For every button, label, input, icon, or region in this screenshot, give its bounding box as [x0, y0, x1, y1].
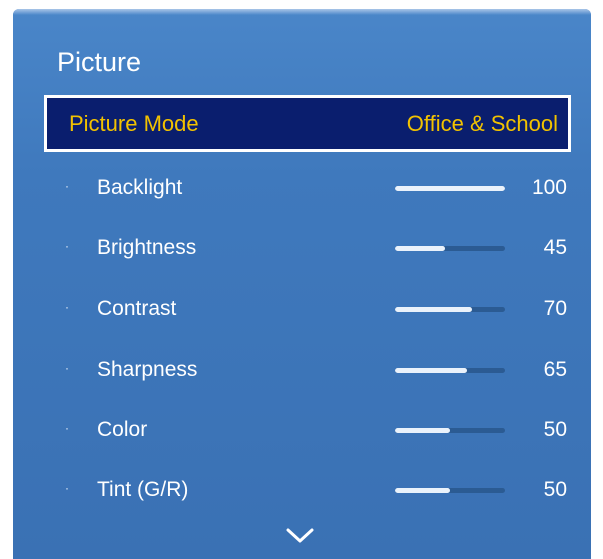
picture-mode-label: Picture Mode	[69, 110, 199, 136]
setting-row-backlight[interactable]: · Backlight 100	[44, 167, 571, 211]
bullet-icon: ·	[65, 239, 69, 253]
slider-fill	[395, 246, 445, 251]
bullet-icon: ·	[65, 481, 69, 495]
setting-row-contrast[interactable]: · Contrast 70	[44, 288, 571, 332]
setting-slider[interactable]	[395, 186, 505, 191]
chevron-down-icon	[286, 528, 314, 543]
picture-menu-panel: Picture Picture Mode Office & School · B…	[13, 9, 591, 559]
slider-fill	[395, 186, 505, 191]
setting-slider[interactable]	[395, 428, 505, 433]
setting-slider[interactable]	[395, 307, 505, 312]
setting-row-tint[interactable]: · Tint (G/R) 50	[44, 469, 571, 513]
setting-row-color[interactable]: · Color 50	[44, 409, 571, 453]
setting-value: 100	[531, 176, 567, 199]
setting-label: Backlight	[97, 176, 183, 199]
setting-slider[interactable]	[395, 488, 505, 493]
picture-mode-value: Office & School	[406, 110, 558, 136]
slider-fill	[395, 428, 450, 433]
setting-slider[interactable]	[395, 368, 505, 373]
menu-title: Picture	[57, 47, 142, 77]
setting-row-sharpness[interactable]: · Sharpness 65	[44, 349, 571, 393]
setting-value: 65	[543, 358, 567, 381]
setting-row-brightness[interactable]: · Brightness 45	[44, 227, 571, 271]
setting-label: Contrast	[97, 297, 177, 320]
setting-value: 50	[543, 418, 567, 441]
scroll-down-button[interactable]	[285, 525, 315, 545]
slider-fill	[395, 307, 472, 312]
bullet-icon: ·	[65, 421, 69, 435]
setting-label: Tint (G/R)	[97, 478, 189, 501]
slider-fill	[395, 488, 450, 493]
setting-value: 70	[543, 297, 567, 320]
setting-value: 45	[543, 236, 567, 259]
picture-mode-row[interactable]: Picture Mode Office & School	[44, 95, 571, 152]
bullet-icon: ·	[65, 179, 69, 193]
setting-slider[interactable]	[395, 246, 505, 251]
bullet-icon: ·	[65, 361, 69, 375]
setting-label: Sharpness	[97, 358, 198, 381]
setting-value: 50	[543, 478, 567, 501]
bullet-icon: ·	[65, 300, 69, 314]
slider-fill	[395, 368, 467, 373]
setting-label: Brightness	[97, 236, 197, 259]
setting-label: Color	[97, 418, 148, 441]
